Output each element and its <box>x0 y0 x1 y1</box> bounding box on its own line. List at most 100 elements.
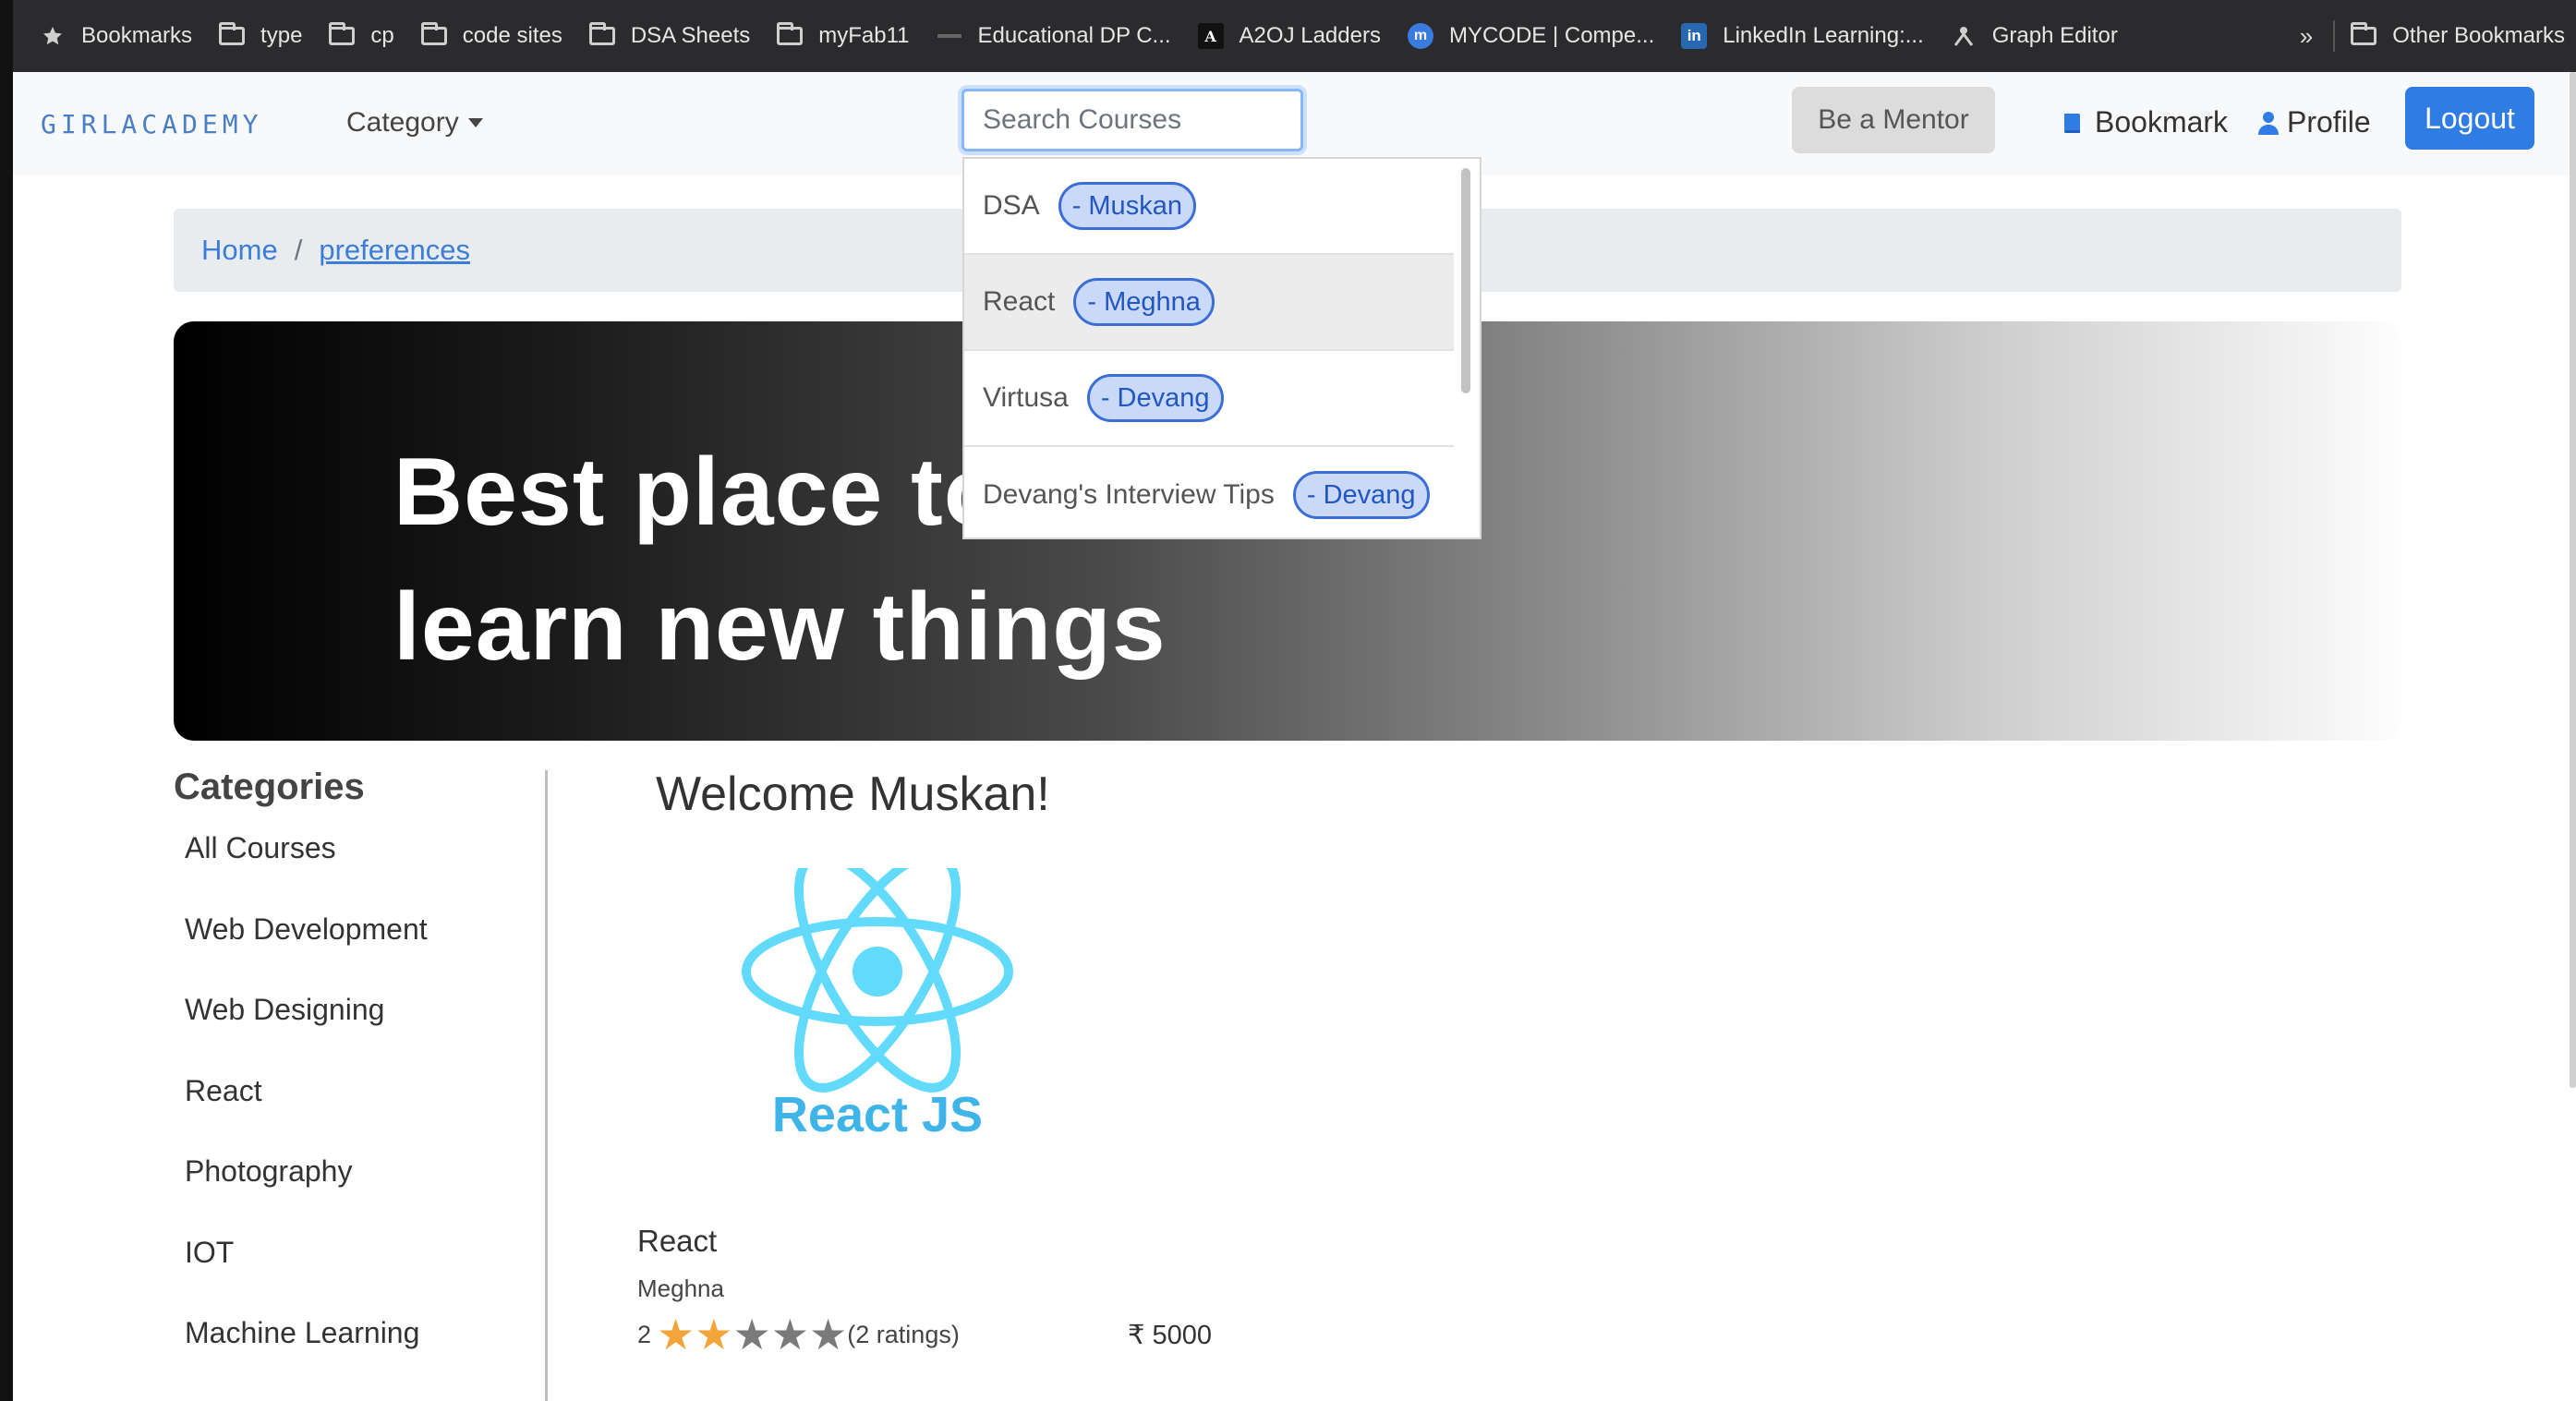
search-result-author-badge: - Devang <box>1086 374 1224 422</box>
category-item-all-courses[interactable]: All Courses <box>185 829 428 911</box>
category-item-web-designing[interactable]: Web Designing <box>185 991 428 1072</box>
bookmark-folder-myfab11[interactable]: myFab11 <box>776 0 910 72</box>
window-edge <box>0 0 13 1401</box>
caret-down-icon <box>467 118 483 127</box>
search-result-course: React <box>983 286 1056 317</box>
course-title[interactable]: React <box>637 1224 717 1259</box>
bookmarks-divider <box>2333 20 2336 52</box>
search-result-item[interactable]: React - Meghna <box>964 255 1454 351</box>
category-item-web-development[interactable]: Web Development <box>185 911 428 992</box>
search-result-item[interactable]: Virtusa - Devang <box>964 351 1454 447</box>
a2oj-favicon: A <box>1197 23 1225 49</box>
ratings-count: (2 ratings) <box>847 1320 960 1348</box>
search-input[interactable] <box>961 89 1303 151</box>
course-card[interactable]: React JS React Meghna 2 ★ ★ ★ ★ ★ (2 ratings… <box>637 868 1228 1356</box>
star-empty-icon: ★ <box>770 1310 810 1359</box>
folder-icon <box>2350 22 2377 48</box>
profile-link-label: Profile <box>2287 105 2371 139</box>
folder-icon <box>776 22 804 48</box>
star-filled-icon: ★ <box>657 1310 695 1359</box>
bookmark-link-label: Bookmark <box>2095 105 2229 139</box>
search-result-author-badge: - Devang <box>1292 471 1430 519</box>
welcome-heading: Welcome Muskan! <box>656 767 1050 821</box>
bookmark-folder-dsa-sheets[interactable]: DSA Sheets <box>588 0 750 72</box>
hero-line-2: learn new things <box>393 574 1167 681</box>
categories-title: Categories <box>174 767 365 807</box>
browser-window: Bookmarks type cp code sites DSA Sheets … <box>0 0 2576 1401</box>
search-result-course: Devang's Interview Tips <box>983 479 1275 510</box>
bookmark-folder-type[interactable]: type <box>218 0 302 72</box>
bookmark-label: type <box>260 23 303 48</box>
graph-favicon <box>1950 24 1977 48</box>
dropdown-scrollbar[interactable] <box>1461 168 1470 393</box>
bookmark-graph-editor[interactable]: Graph Editor <box>1950 0 2118 72</box>
page-scrollbar[interactable] <box>2570 72 2576 1088</box>
bookmark-label: code sites <box>462 23 562 48</box>
folder-icon <box>218 22 246 48</box>
category-dropdown[interactable]: Category <box>346 107 483 139</box>
breadcrumb-current[interactable]: preferences <box>319 234 470 267</box>
bookmark-educational-dp[interactable]: Educational DP C... <box>936 0 1171 72</box>
bookmark-link[interactable]: Bookmark <box>2060 105 2228 139</box>
star-empty-icon: ★ <box>732 1310 771 1359</box>
profile-link[interactable]: Profile <box>2257 105 2371 139</box>
bookmark-folder-cp[interactable]: cp <box>328 0 394 72</box>
bookmark-label: DSA Sheets <box>630 23 751 48</box>
rating-stars: ★ ★ ★ ★ ★ <box>657 1313 847 1356</box>
search-result-item[interactable]: DSA - Muskan <box>964 159 1454 255</box>
bookmarks-overflow-chevron-icon[interactable]: » <box>2300 22 2313 51</box>
category-item-iot[interactable]: IOT <box>185 1234 428 1315</box>
user-icon <box>2257 110 2280 136</box>
mycode-favicon: m <box>1407 23 1434 49</box>
bookmark-linkedin-learning[interactable]: in LinkedIn Learning:... <box>1680 0 1924 72</box>
categories-sidebar: Categories All Courses Web Development W… <box>174 767 562 1401</box>
bookmark-folder-code-sites[interactable]: code sites <box>420 0 562 72</box>
search-results-dropdown: DSA - Muskan React - Meghna Virtusa - De… <box>962 157 1482 539</box>
search-result-author-badge: - Muskan <box>1058 182 1196 230</box>
folder-icon <box>588 22 616 48</box>
breadcrumb-separator: / <box>294 234 303 266</box>
folder-icon <box>328 22 356 48</box>
bookmark-label: Other Bookmarks <box>2392 23 2565 48</box>
react-logo-text: React JS <box>772 1087 983 1142</box>
brand-logo[interactable]: GIRLACADEMY <box>41 109 262 139</box>
category-item-react[interactable]: React <box>185 1072 428 1153</box>
star-filled-icon: ★ <box>695 1310 733 1359</box>
react-logo-icon[interactable]: React JS <box>739 868 1016 1145</box>
categories-list: All Courses Web Development Web Designin… <box>185 829 428 1395</box>
be-a-mentor-button[interactable]: Be a Mentor <box>1792 87 1995 153</box>
bookmarks-bar: Bookmarks type cp code sites DSA Sheets … <box>13 0 2576 72</box>
bookmark-label: MYCODE | Compe... <box>1448 23 1655 48</box>
search-result-course: DSA <box>983 190 1040 221</box>
category-item-machine-learning[interactable]: Machine Learning <box>185 1314 428 1395</box>
bookmark-bookmarks[interactable]: Bookmarks <box>39 0 192 72</box>
star-icon <box>39 24 67 48</box>
bookmark-mycode[interactable]: m MYCODE | Compe... <box>1407 0 1654 72</box>
course-price: ₹ 5000 <box>1127 1320 1212 1350</box>
logout-button[interactable]: Logout <box>2405 87 2534 150</box>
web-page: GIRLACADEMY Category Be a Mentor Bookmar… <box>13 72 2576 1401</box>
bookmark-label: LinkedIn Learning:... <box>1723 23 1924 48</box>
search-result-author-badge: - Meghna <box>1073 278 1215 326</box>
bookmark-label: cp <box>370 23 394 48</box>
bookmark-label: Bookmarks <box>81 23 193 48</box>
bookmark-label: Educational DP C... <box>977 23 1171 48</box>
bookmark-label: A2OJ Ladders <box>1239 23 1381 48</box>
search-result-item[interactable]: Devang's Interview Tips - Devang <box>964 447 1454 537</box>
site-favicon <box>936 24 963 48</box>
bookmark-other-bookmarks[interactable]: Other Bookmarks <box>2350 0 2565 72</box>
course-author: Meghna <box>637 1274 724 1302</box>
breadcrumb-home-link[interactable]: Home <box>201 234 278 267</box>
star-empty-icon: ★ <box>809 1310 848 1359</box>
category-item-photography[interactable]: Photography <box>185 1153 428 1234</box>
book-icon <box>2060 110 2086 136</box>
rating-value: 2 <box>637 1320 652 1348</box>
search-result-course: Virtusa <box>983 382 1069 413</box>
bookmark-label: Graph Editor <box>1991 23 2118 48</box>
bookmark-a2oj-ladders[interactable]: A A2OJ Ladders <box>1197 0 1381 72</box>
sidebar-divider <box>545 770 548 1401</box>
linkedin-icon: in <box>1680 23 1708 49</box>
bookmark-label: myFab11 <box>818 23 910 48</box>
course-rating: 2 ★ ★ ★ ★ ★ (2 ratings) ₹ 5000 <box>637 1313 1228 1356</box>
category-label: Category <box>346 107 459 138</box>
